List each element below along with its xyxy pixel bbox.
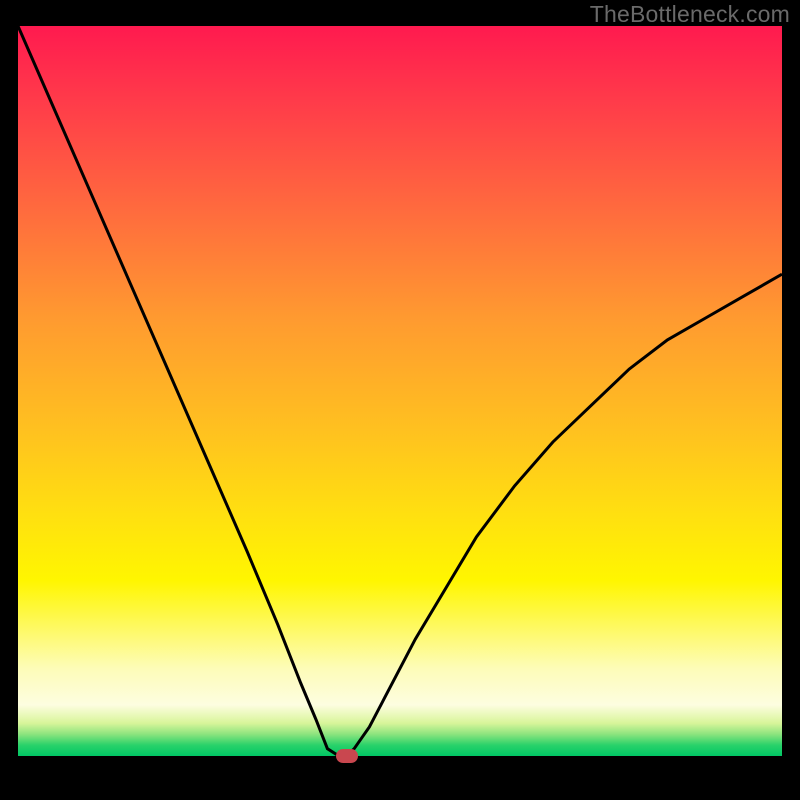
bottleneck-curve	[18, 26, 782, 786]
optimal-point-marker	[336, 749, 358, 763]
watermark-text: TheBottleneck.com	[590, 1, 790, 28]
curve-path	[18, 26, 782, 756]
chart-frame	[18, 26, 782, 786]
